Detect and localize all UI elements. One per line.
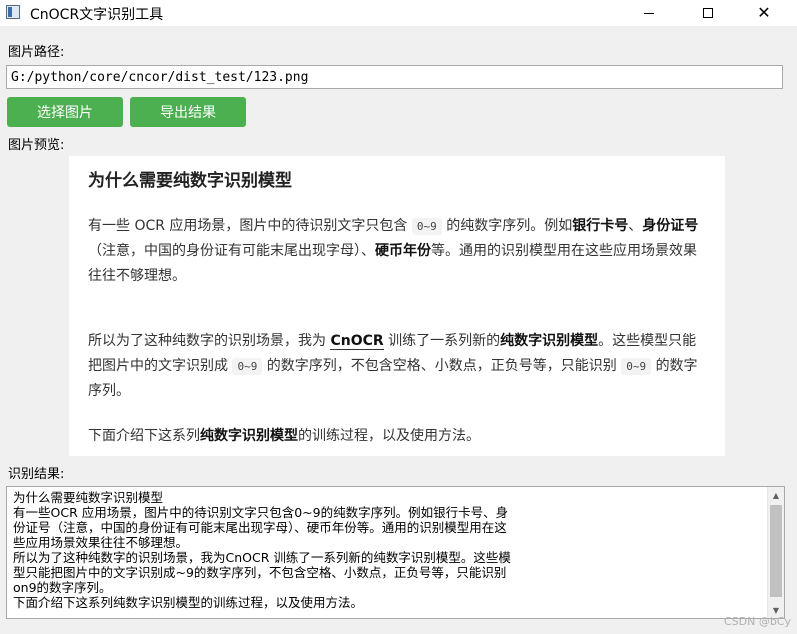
close-button[interactable]: ✕ [741,0,787,26]
preview-text: 、 [628,218,643,234]
preview-code: 0~9 [232,358,263,375]
export-result-button[interactable]: 导出结果 [130,97,246,127]
preview-bold: 银行卡号 [572,218,629,234]
preview-paragraph-2: 所以为了这种纯数字的识别场景，我为 CnOCR 训练了一系列新的纯数字识别模型。… [88,329,707,404]
app-icon [6,5,20,19]
preview-text: 有一些 OCR 应用场景，图片中的待识别文字只包含 [88,218,408,234]
preview-code: 0~9 [621,358,652,375]
preview-paragraph-1: 有一些 OCR 应用场景，图片中的待识别文字只包含 0~9 的纯数字序列。例如银… [88,214,707,289]
title-bar: CnOCR文字识别工具 ✕ [0,0,797,26]
watermark: CSDN @bCy [723,615,791,628]
image-preview-label: 图片预览: [8,138,65,153]
preview-bold: 纯数字识别模型 [200,428,298,444]
image-path-label: 图片路径: [8,45,65,60]
preview-text: 的训练过程，以及使用方法。 [298,428,480,444]
scroll-up-icon[interactable]: ▲ [768,487,784,503]
preview-bold: 纯数字识别模型 [500,333,599,349]
preview-heading: 为什么需要纯数字识别模型 [88,171,292,191]
preview-text: 下面介绍下这系列 [88,428,200,444]
window-title: CnOCR文字识别工具 [30,7,164,23]
close-icon: ✕ [757,3,771,22]
result-textarea[interactable]: 为什么需要纯数字识别模型 有一些OCR 应用场景，图片中的待识别文字只包含0~9… [6,486,785,619]
preview-code: 0~9 [411,218,442,235]
preview-text: 的纯数字序列。例如 [446,218,573,234]
maximize-button[interactable] [685,0,731,26]
preview-text: 的数字序列，不包含空格、小数点，正负号等，只能识别 [266,358,617,374]
minimize-button[interactable] [626,0,672,26]
preview-link: CnOCR [330,333,384,350]
image-preview: 为什么需要纯数字识别模型 有一些 OCR 应用场景，图片中的待识别文字只包含 0… [69,156,725,456]
maximize-icon [703,8,713,18]
preview-paragraph-3: 下面介绍下这系列纯数字识别模型的训练过程，以及使用方法。 [88,424,707,449]
preview-text: 所以为了这种纯数字的识别场景，我为 [88,333,326,349]
result-text[interactable]: 为什么需要纯数字识别模型 有一些OCR 应用场景，图片中的待识别文字只包含0~9… [13,490,763,610]
vertical-scrollbar[interactable]: ▲ ▼ [767,487,784,618]
preview-bold: 硬币年份 [375,243,431,259]
preview-text: （注意，中国的身份证有可能末尾出现字母）、 [88,243,375,259]
image-path-input[interactable] [6,65,783,89]
preview-bold: 身份证号 [642,218,699,234]
scrollbar-thumb[interactable] [770,505,782,597]
minimize-icon [644,12,654,14]
result-label: 识别结果: [8,467,65,482]
select-image-button[interactable]: 选择图片 [7,97,123,127]
preview-text: 训练了一系列新的 [388,333,501,349]
